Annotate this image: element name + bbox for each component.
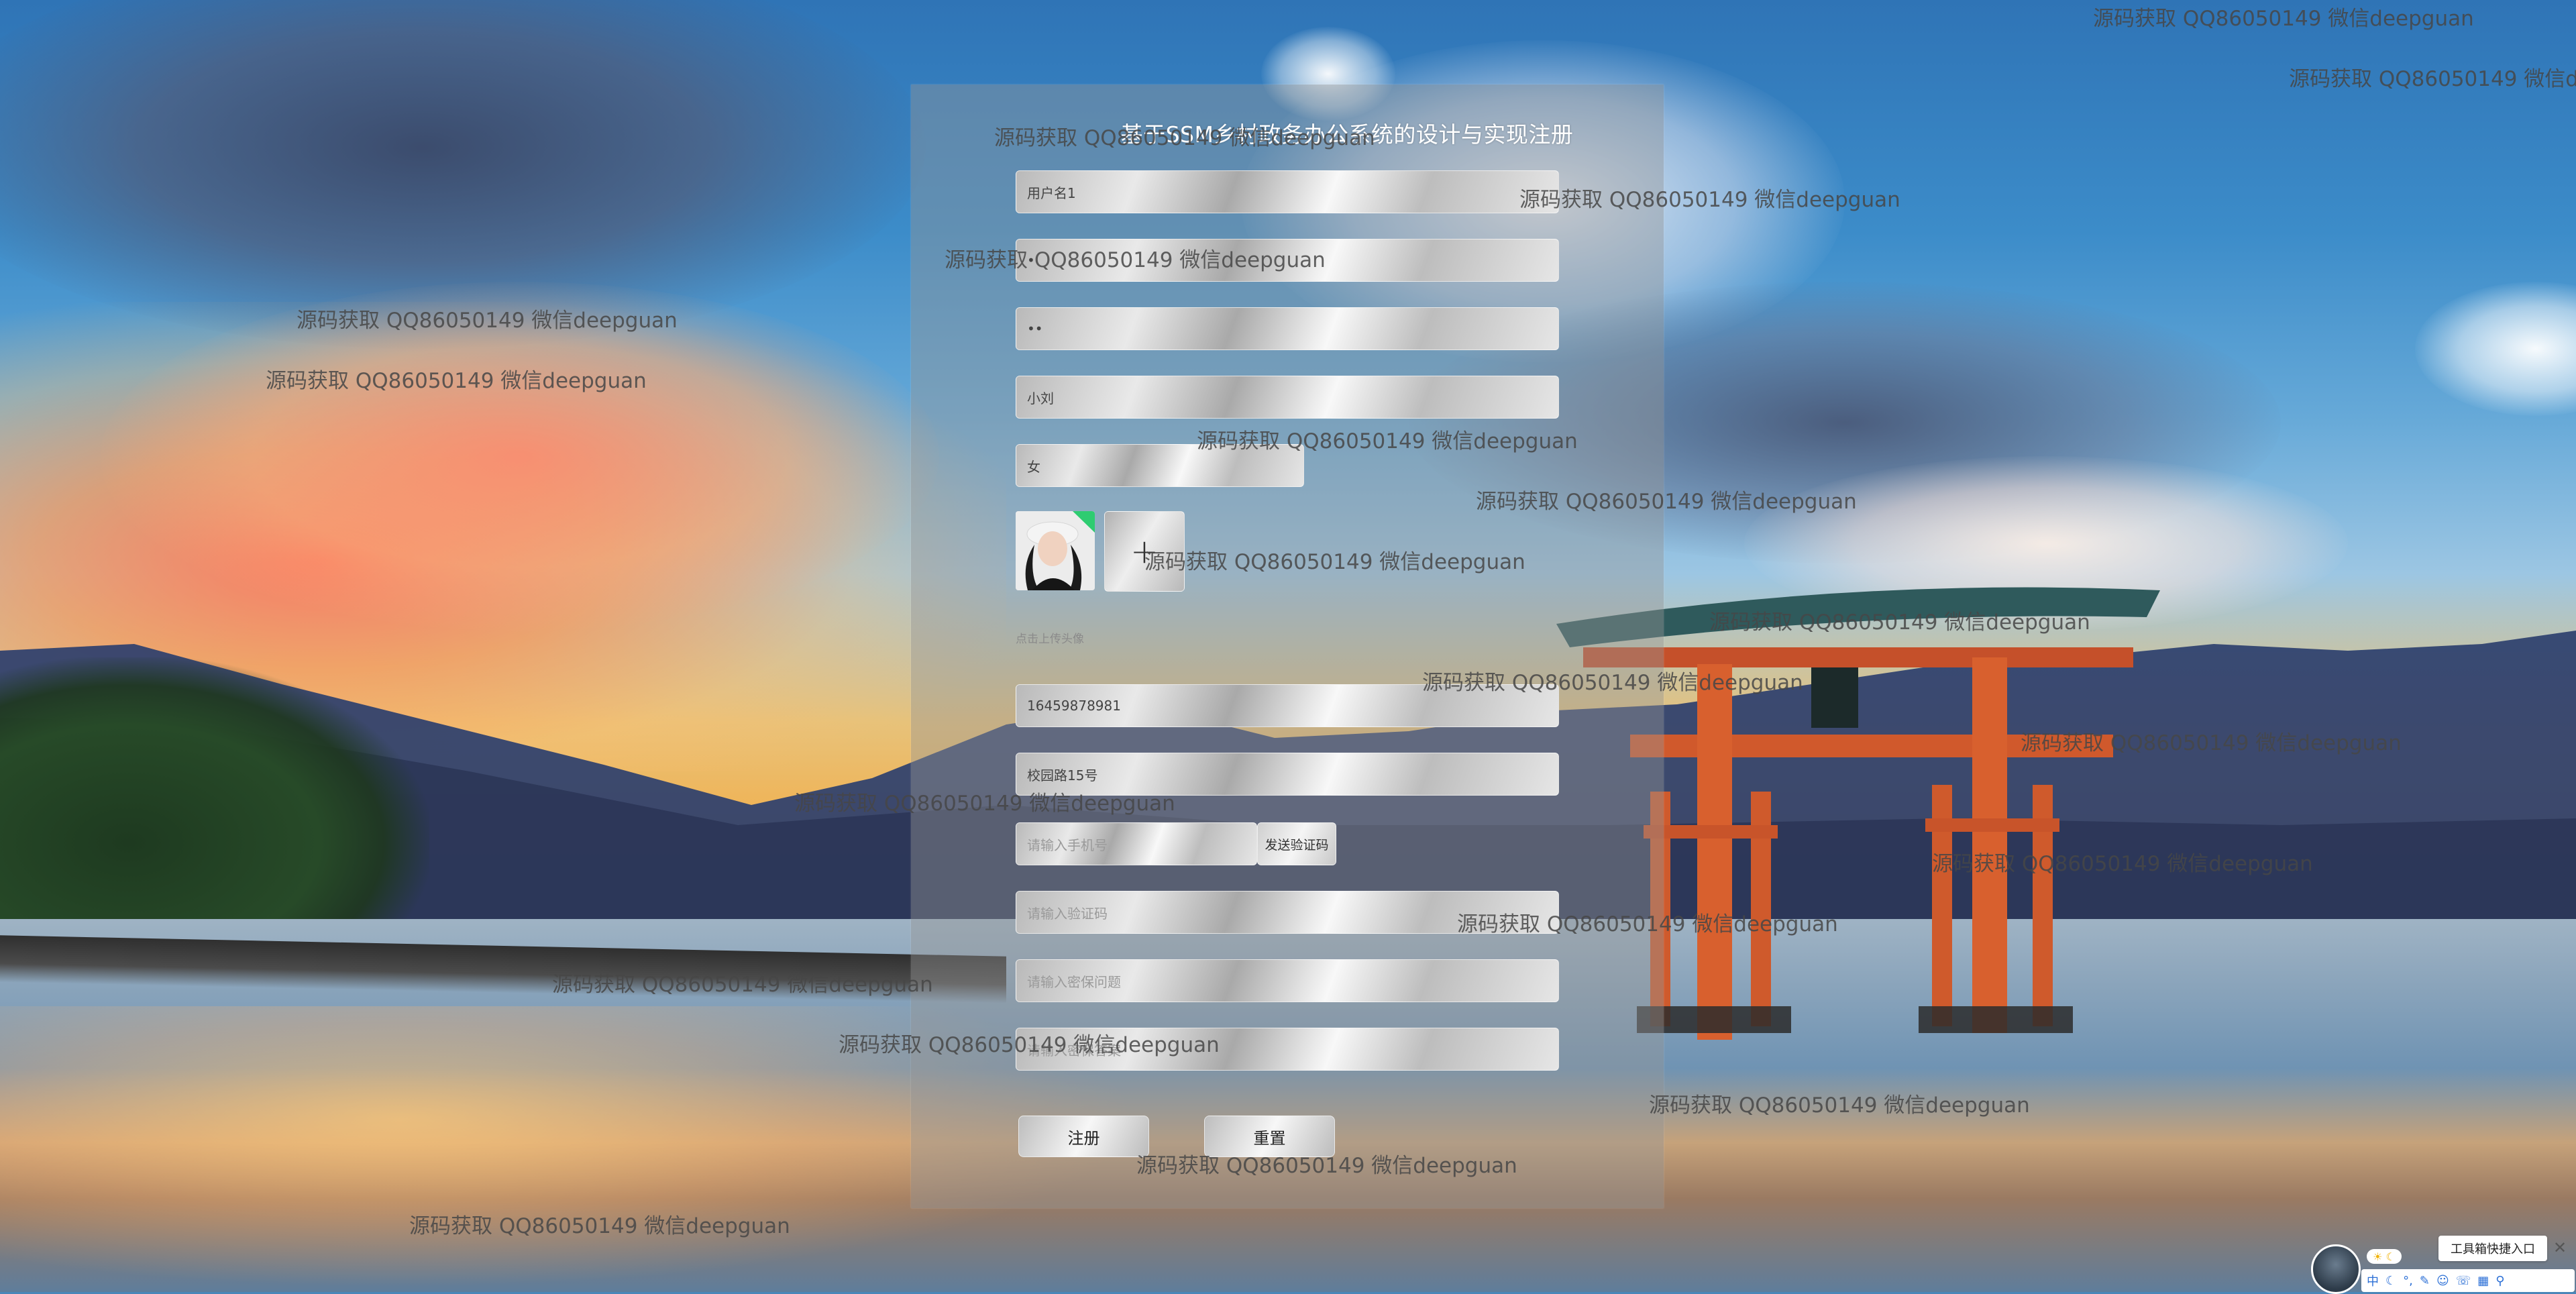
ime-pen-icon[interactable]: ✎ [2420, 1274, 2430, 1288]
weather-icon: ☀ ☾ [2367, 1249, 2402, 1264]
security-answer-input[interactable]: 请输入密保答案 [1016, 1028, 1559, 1071]
register-button[interactable]: 注册 [1018, 1116, 1149, 1157]
confirm-password-input[interactable]: •• [1016, 307, 1559, 350]
security-question-input[interactable]: 请输入密保问题 [1016, 959, 1559, 1002]
avatar[interactable] [1016, 511, 1095, 590]
floating-assistant-avatar[interactable] [2311, 1244, 2361, 1294]
ime-moon-icon[interactable]: ☾ [2385, 1274, 2396, 1288]
name-input[interactable]: 小刘 [1016, 376, 1559, 419]
gender-select[interactable]: 女 [1016, 444, 1304, 487]
avatar-upload-button[interactable]: + [1104, 511, 1185, 592]
password-input[interactable]: • [1016, 239, 1559, 282]
sms-phone-input[interactable]: 请输入手机号 [1016, 822, 1257, 865]
page-title: 基于SSM乡村政务办公系统的设计与实现注册 [1120, 121, 1574, 148]
phone-input[interactable]: 16459878981 [1016, 684, 1559, 727]
ime-user-icon[interactable]: ⚲ [2496, 1274, 2504, 1288]
toolbox-shortcut-button[interactable]: 工具箱快捷入口 [2438, 1236, 2547, 1261]
register-panel: 基于SSM乡村政务办公系统的设计与实现注册 用户名1 • •• 小刘 女 + 点… [911, 85, 1664, 1208]
verify-code-input[interactable]: 请输入验证码 [1016, 891, 1559, 934]
upload-hint: 点击上传头像 [1016, 633, 1084, 646]
ime-punctuation-icon[interactable]: °, [2403, 1274, 2413, 1288]
ime-toolbar: 中 ☾ °, ✎ ☺ ☏ ▦ ⚲ [2361, 1269, 2575, 1292]
cloud [101, 282, 939, 631]
address-input[interactable]: 校园路15号 [1016, 753, 1559, 796]
avatar-photo [1016, 511, 1095, 590]
avatar-upload-row: + [1016, 511, 1217, 592]
reset-button[interactable]: 重置 [1204, 1116, 1335, 1157]
ime-emoji-icon[interactable]: ☺ [2436, 1274, 2449, 1288]
ime-chinese-icon[interactable]: 中 [2367, 1272, 2379, 1289]
send-code-button[interactable]: 发送验证码 [1257, 822, 1336, 865]
close-icon[interactable]: ✕ [2551, 1238, 2569, 1257]
ime-grid-icon[interactable]: ▦ [2477, 1274, 2489, 1288]
ime-phone-icon[interactable]: ☏ [2456, 1274, 2471, 1288]
username-input[interactable]: 用户名1 [1016, 170, 1559, 213]
